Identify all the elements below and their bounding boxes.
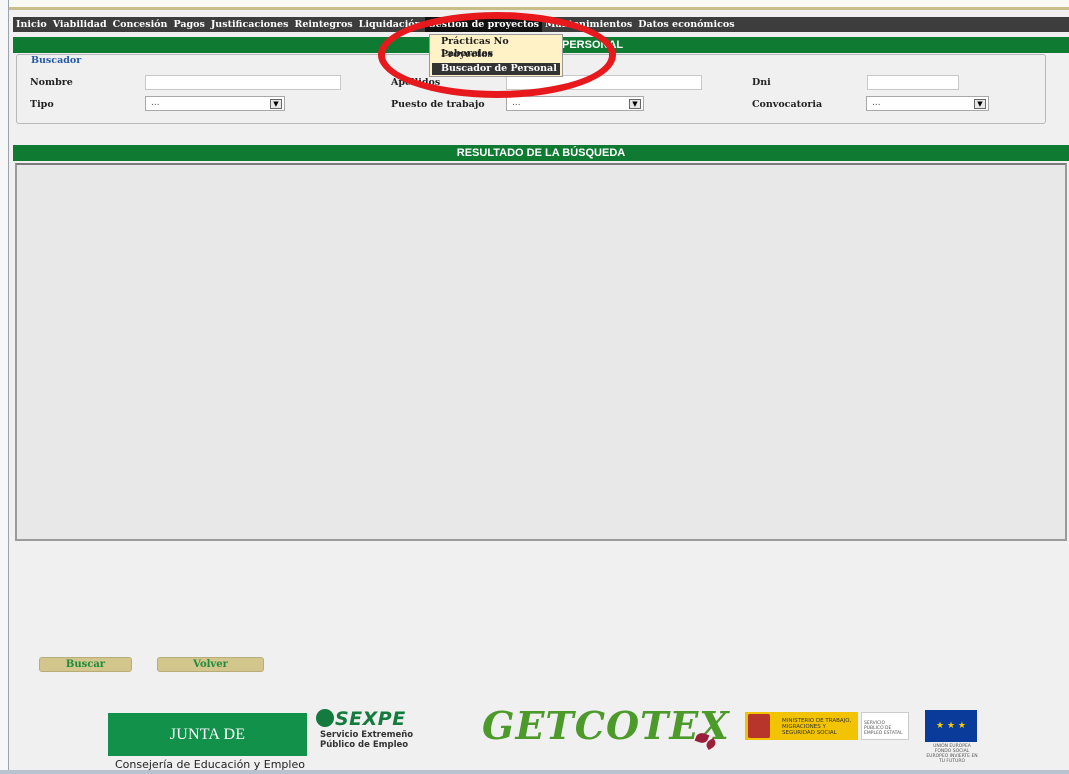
highlight-ring (378, 12, 616, 98)
puesto-select-value: ... (512, 98, 521, 108)
tipo-label: Tipo (30, 99, 54, 110)
sexpe-name: SEXPE (335, 708, 406, 730)
sepe-logo: SERVICIO PÚBLICO DE EMPLEO ESTATAL (861, 712, 909, 740)
chevron-down-icon[interactable]: ▼ (629, 99, 641, 109)
top-strip (0, 0, 1069, 10)
getcotex-logo: GETCOTEX (482, 703, 730, 748)
window-left-edge (0, 0, 9, 774)
menu-item-datos-economicos[interactable]: Datos económicos (635, 17, 737, 32)
menu-item-pagos[interactable]: Pagos (170, 17, 207, 32)
results-title: RESULTADO DE LA BÚSQUEDA (13, 145, 1069, 161)
sexpe-sub2: Público de Empleo (320, 740, 409, 750)
tipo-select[interactable]: ... ▼ (145, 96, 285, 111)
results-panel (15, 163, 1067, 541)
ministerio-text: MINISTERIO DE TRABAJO, MIGRACIONES Y SEG… (782, 718, 852, 736)
eu-flag-icon: ★ ★ ★ (925, 710, 977, 742)
sexpe-logo: SEXPE Servicio Extremeño Público de Empl… (316, 708, 413, 750)
nombre-label: Nombre (30, 77, 73, 88)
convocatoria-select-value: ... (872, 98, 881, 108)
sexpe-sub1: Servicio Extremeño (320, 730, 414, 740)
back-button[interactable]: Volver (157, 657, 264, 672)
ministerio-logo: MINISTERIO DE TRABAJO, MIGRACIONES Y SEG… (745, 712, 858, 740)
menu-item-inicio[interactable]: Inicio (13, 17, 50, 32)
dni-input[interactable] (867, 75, 959, 90)
menu-item-justificaciones[interactable]: Justificaciones (208, 17, 292, 32)
crest-icon (748, 714, 770, 738)
menu-item-reintegros[interactable]: Reintegros (291, 17, 355, 32)
junta-extremadura-logo: JUNTA DE EXTREMADURA (108, 713, 307, 774)
eu-text: UNIÓN EUROPEA FONDO SOCIAL EUROPEO INVIE… (926, 744, 978, 764)
chevron-down-icon[interactable]: ▼ (270, 99, 282, 109)
puesto-label: Puesto de trabajo (391, 99, 485, 110)
search-button[interactable]: Buscar (39, 657, 132, 672)
menu-item-concesion[interactable]: Concesión (110, 17, 171, 32)
dni-label: Dni (752, 77, 771, 88)
convocatoria-label: Convocatoria (752, 99, 823, 110)
menu-item-viabilidad[interactable]: Viabilidad (50, 17, 110, 32)
search-legend: Buscador (29, 55, 84, 66)
nombre-input[interactable] (145, 75, 341, 90)
chevron-down-icon[interactable]: ▼ (974, 99, 986, 109)
puesto-select[interactable]: ... ▼ (506, 96, 644, 111)
tipo-select-value: ... (151, 98, 160, 108)
convocatoria-select[interactable]: ... ▼ (866, 96, 989, 111)
sexpe-icon (316, 709, 334, 727)
window-bottom-edge (0, 770, 1069, 774)
